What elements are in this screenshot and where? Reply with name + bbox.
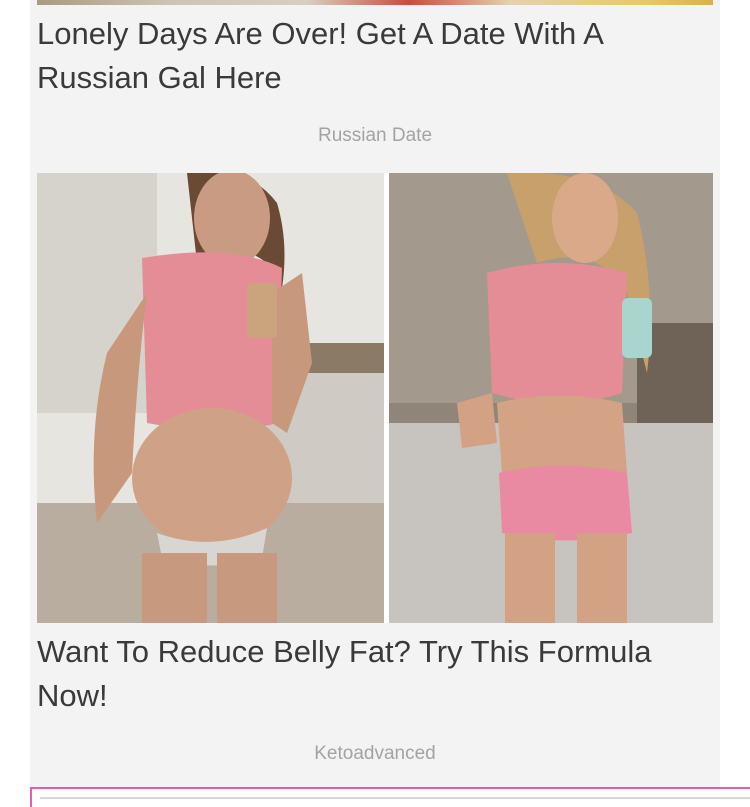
ad-headline-ketoadvanced[interactable]: Want To Reduce Belly Fat? Try This Formu… <box>37 630 713 718</box>
ad-source-russian-date[interactable]: Russian Date <box>30 125 720 147</box>
recommended-feed: Lonely Days Are Over! Get A Date With A … <box>30 0 720 789</box>
ad-headline-russian-date[interactable]: Lonely Days Are Over! Get A Date With A … <box>37 12 713 100</box>
ad-image-cropped[interactable] <box>37 0 713 5</box>
ad-source-ketoadvanced[interactable]: Ketoadvanced <box>30 743 720 765</box>
before-after-photo <box>37 173 713 623</box>
next-card-highlight[interactable] <box>30 787 750 807</box>
ad-image-before-after[interactable] <box>37 173 713 623</box>
